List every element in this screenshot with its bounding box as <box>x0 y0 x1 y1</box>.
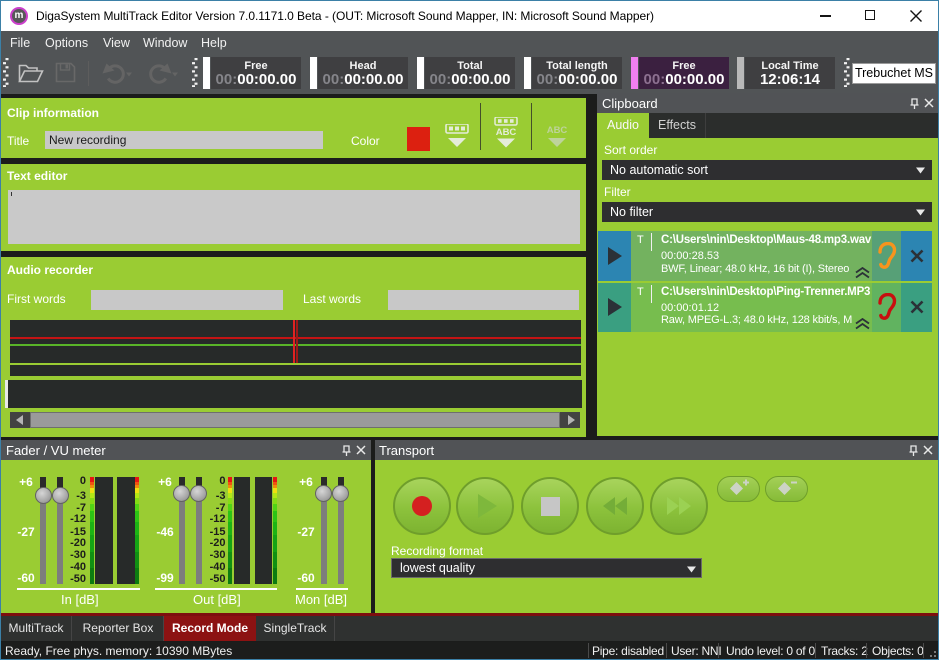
svg-text:ABC: ABC <box>547 125 568 136</box>
svg-text:ABC: ABC <box>496 127 517 138</box>
